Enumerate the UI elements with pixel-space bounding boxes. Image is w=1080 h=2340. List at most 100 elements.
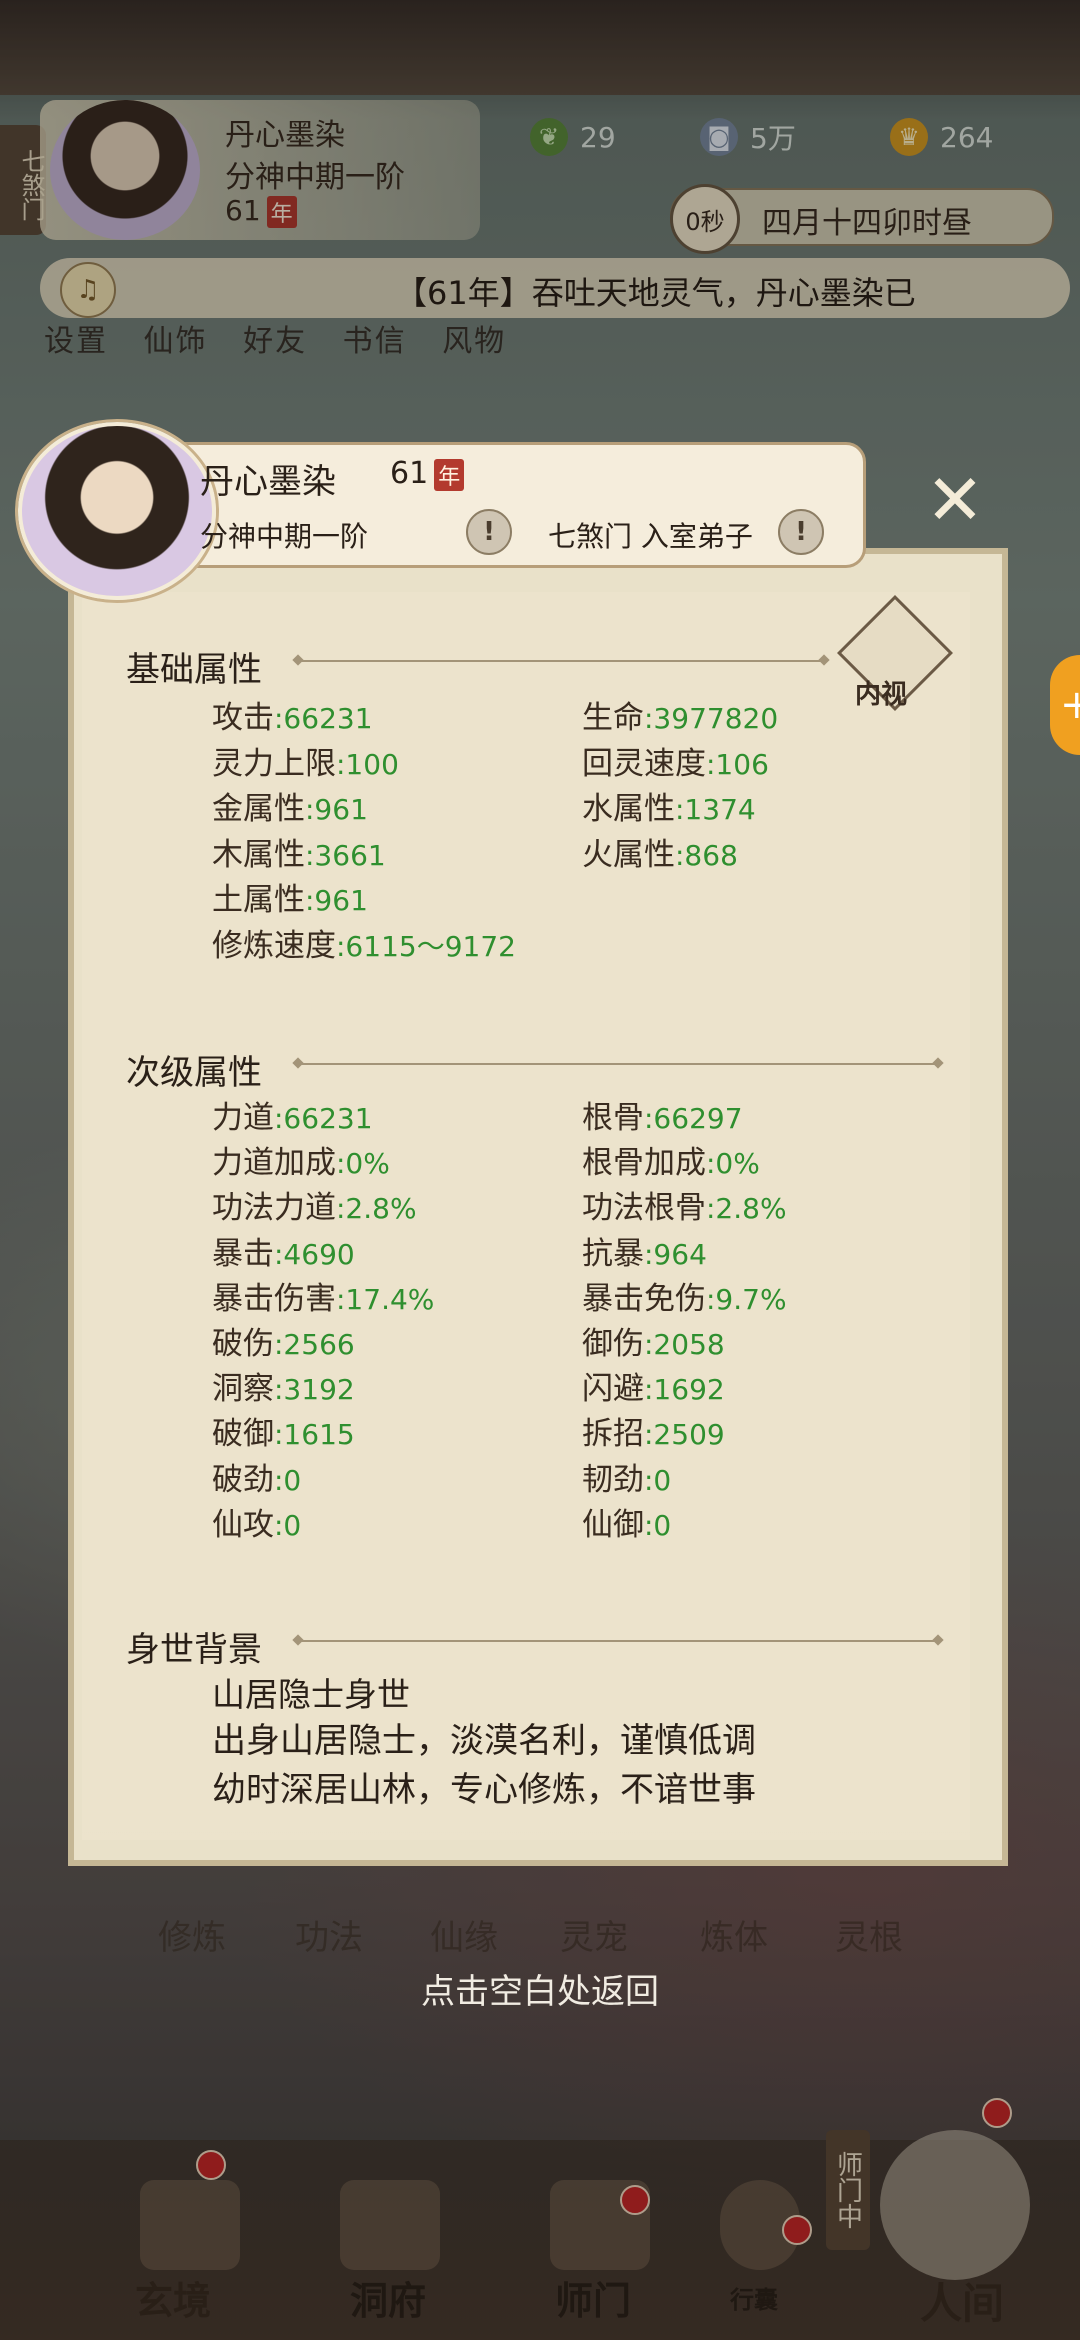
stat-label: 御伤: [582, 1326, 644, 1362]
background-origin: 山居隐士身世: [212, 1675, 410, 1714]
stat-label: 金属性: [212, 791, 305, 827]
stat-row: 回灵速度:106: [582, 738, 769, 783]
stat-label: 暴击伤害: [212, 1280, 336, 1317]
stat-value: :3192: [274, 1373, 355, 1407]
stat-row: 根骨加成:0%: [582, 1137, 760, 1182]
stat-label: 仙御: [582, 1506, 644, 1543]
character-age: 61 年: [390, 456, 465, 491]
stat-value: :66297: [644, 1102, 743, 1135]
inner-view-label: 内视: [855, 680, 908, 710]
stat-value: :2566: [274, 1328, 355, 1361]
stat-row: 暴击伤害:17.4%: [212, 1273, 434, 1318]
stat-row: 功法根骨:2.8%: [582, 1182, 787, 1227]
rank-info-icon[interactable]: !: [466, 509, 512, 555]
stat-label: 力道加成: [212, 1145, 336, 1182]
section-divider: [298, 660, 824, 662]
stat-row: 土属性:961: [212, 874, 368, 919]
stat-value: :2.8%: [336, 1192, 417, 1226]
year-badge: 年: [434, 458, 465, 491]
stat-value: :961: [305, 793, 368, 826]
inner-view-button[interactable]: 内视: [837, 595, 953, 711]
stat-row: 修炼速度:6115～9172: [212, 920, 516, 965]
stat-row: 攻击:66231: [212, 692, 373, 737]
basic-attr-title: 基础属性: [126, 650, 262, 690]
stat-label: 抗暴: [582, 1235, 644, 1272]
stat-row: 洞察:3192: [212, 1363, 355, 1408]
stat-label: 仙攻: [212, 1506, 274, 1543]
stat-value: :1692: [644, 1373, 725, 1407]
stat-label: 修炼速度: [212, 927, 336, 964]
stat-row: 韧劲:0: [582, 1454, 671, 1499]
stat-value: :0: [274, 1508, 302, 1542]
return-hint: 点击空白处返回: [421, 1972, 659, 2012]
secondary-attr-title: 次级属性: [126, 1053, 262, 1093]
stat-label: 回灵速度: [582, 745, 706, 782]
plus-icon: +: [1060, 682, 1080, 728]
section-divider: [298, 1063, 938, 1065]
stat-label: 破劲: [212, 1461, 274, 1498]
stat-row: 拆招:2509: [582, 1408, 725, 1453]
stat-label: 功法力道: [212, 1190, 336, 1227]
stat-value: :0%: [706, 1147, 760, 1181]
stat-label: 暴击: [212, 1235, 274, 1272]
stat-value: :106: [706, 747, 769, 781]
stat-row: 力道:66231: [212, 1092, 373, 1137]
stat-row: 根骨:66297: [582, 1092, 743, 1137]
stat-row: 生命:3977820: [582, 692, 778, 737]
stat-row: 破劲:0: [212, 1454, 301, 1499]
character-portrait[interactable]: [18, 422, 216, 600]
stat-label: 暴击免伤: [582, 1280, 706, 1317]
stat-label: 破伤: [212, 1326, 274, 1362]
stat-row: 木属性:3661: [212, 829, 386, 874]
stat-value: :1374: [675, 793, 756, 826]
stat-row: 功法力道:2.8%: [212, 1182, 417, 1227]
stat-label: 火属性: [582, 836, 675, 873]
stat-label: 水属性: [582, 791, 675, 827]
stat-row: 力道加成:0%: [212, 1137, 390, 1182]
stat-value: :4690: [274, 1237, 355, 1271]
side-plus-button[interactable]: +: [1050, 655, 1080, 755]
stat-value: :3661: [305, 838, 386, 872]
stat-value: :2.8%: [706, 1192, 787, 1226]
stat-value: :100: [336, 747, 399, 781]
stat-row: 破伤:2566: [212, 1318, 355, 1363]
sect-info-icon[interactable]: !: [778, 509, 824, 555]
stat-value: :0%: [336, 1147, 390, 1181]
stat-value: :1615: [274, 1418, 355, 1452]
stat-value: :17.4%: [336, 1282, 435, 1316]
stat-label: 洞察: [212, 1371, 274, 1408]
stat-label: 根骨加成: [582, 1145, 706, 1182]
background-line: 出身山居隐士，淡漠名利，谨慎低调: [212, 1721, 756, 1761]
stat-label: 闪避: [582, 1371, 644, 1408]
stat-row: 破御:1615: [212, 1408, 355, 1453]
stat-label: 韧劲: [582, 1461, 644, 1498]
stat-label: 根骨: [582, 1100, 644, 1136]
section-divider: [298, 1640, 938, 1642]
stat-row: 暴击免伤:9.7%: [582, 1273, 787, 1318]
stat-label: 功法根骨: [582, 1190, 706, 1227]
character-rank: 分神中期一阶: [200, 520, 369, 553]
stat-label: 攻击: [212, 700, 274, 736]
stat-value: :66231: [274, 702, 373, 735]
stat-value: :3977820: [644, 702, 779, 735]
stat-row: 仙御:0: [582, 1499, 671, 1544]
stat-label: 生命: [582, 700, 644, 736]
stat-row: 御伤:2058: [582, 1318, 725, 1363]
stat-row: 仙攻:0: [212, 1499, 301, 1544]
character-name: 丹心墨染: [200, 462, 336, 502]
stat-value: :2058: [644, 1328, 725, 1361]
close-icon[interactable]: ✕: [910, 455, 1000, 545]
stat-value: :0: [644, 1508, 672, 1542]
stat-value: :0: [274, 1463, 302, 1497]
stat-row: 抗暴:964: [582, 1228, 707, 1273]
stat-row: 火属性:868: [582, 829, 738, 874]
stat-label: 灵力上限: [212, 745, 336, 782]
stat-label: 破御: [212, 1416, 274, 1453]
stat-value: :961: [305, 884, 368, 917]
stat-value: :2509: [644, 1418, 725, 1452]
stat-row: 闪避:1692: [582, 1363, 725, 1408]
stat-label: 木属性: [212, 836, 305, 873]
stat-label: 土属性: [212, 882, 305, 918]
stat-row: 暴击:4690: [212, 1228, 355, 1273]
stat-value: :9.7%: [706, 1282, 787, 1316]
